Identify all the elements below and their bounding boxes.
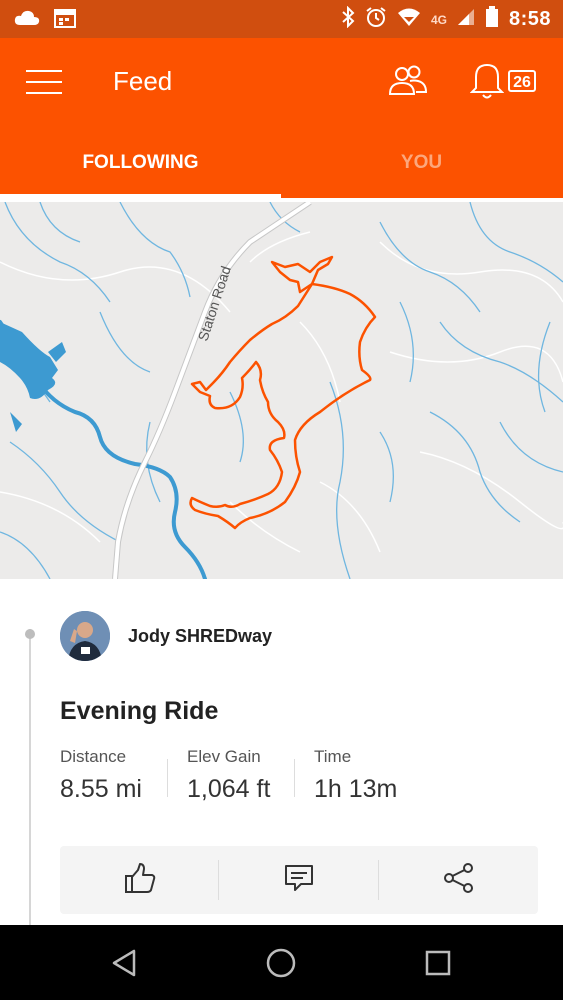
road-label: Staton Road [195,264,234,343]
recents-icon[interactable] [413,940,463,986]
stat-divider [167,759,168,797]
notifications-button[interactable]: 26 [469,62,542,105]
action-bar [60,846,538,914]
comment-icon [284,863,314,898]
share-icon [443,862,475,899]
signal-icon [457,8,475,31]
thumbs-up-icon [123,861,157,900]
stat-label: Elev Gain [187,747,261,766]
athlete-name[interactable]: Jody SHREDway [128,626,272,647]
notification-badge: 26 [508,70,536,92]
status-right: 4G 8:58 [341,5,551,33]
share-button[interactable] [379,846,538,914]
stat-divider [294,759,295,797]
stat-value: 1h 13m [314,775,398,803]
tab-you[interactable]: YOU [281,138,562,198]
kudos-button[interactable] [60,846,219,914]
stat-elev-gain: Elev Gain 1,064 ft [187,747,270,804]
timeline-line [29,629,31,929]
tab-following[interactable]: FOLLOWING [0,138,281,198]
avatar[interactable] [60,611,110,661]
battery-icon [485,6,499,33]
home-icon[interactable] [256,940,306,986]
back-icon[interactable] [100,940,150,986]
page-title: Feed [113,66,173,96]
activity-card[interactable]: Jody SHREDway Evening Ride Distance 8.55… [0,579,563,929]
stat-value: 1,064 ft [187,775,271,803]
system-nav-bar [0,925,563,1000]
app-bar: Feed 26 FOLLOWING YOU [0,38,563,198]
alarm-icon [365,6,387,33]
stat-label: Distance [60,747,127,766]
bluetooth-icon [341,5,355,33]
timeline-dot [25,629,35,639]
stat-value: 8.55 mi [60,775,142,803]
activity-title[interactable]: Evening Ride [60,697,218,726]
stat-time: Time 1h 13m [314,747,397,804]
status-time: 8:58 [508,8,551,30]
stat-distance: Distance 8.55 mi [60,747,142,804]
status-bar: 4G 8:58 [0,0,563,38]
tab-indicator [0,194,281,199]
menu-icon[interactable] [26,70,62,94]
activity-map[interactable]: Staton Road [0,202,563,579]
stat-label: Time [314,747,352,766]
network-type: 4G [430,12,447,27]
cloud-icon [14,10,40,31]
status-left [14,8,76,33]
comment-button[interactable] [219,846,378,914]
friends-icon[interactable] [388,64,428,100]
bell-icon [469,62,505,105]
calendar-icon [54,8,76,33]
wifi-icon [397,7,421,32]
